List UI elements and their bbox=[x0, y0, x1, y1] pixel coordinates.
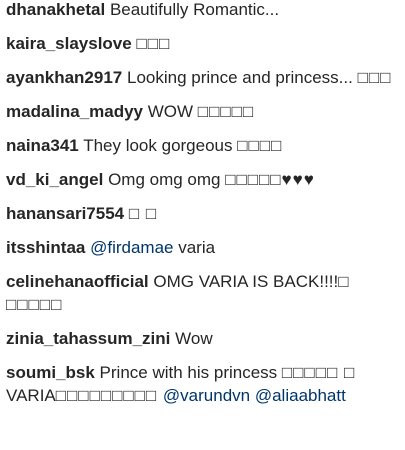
comment-list: dhanakhetal Beautifully Romantic... kaira… bbox=[6, 0, 398, 407]
comment-text: Looking prince and princess... bbox=[126, 68, 358, 87]
emoji-glyphs: □ □ bbox=[128, 204, 158, 223]
comment-username-link[interactable]: vd_ki_angel bbox=[6, 170, 103, 189]
mention-link[interactable]: @aliaabhatt bbox=[255, 386, 346, 405]
comment-item: vd_ki_angel Omg omg omg □□□□□♥♥♥ bbox=[6, 168, 398, 191]
comment-item: kaira_slayslove □□□ bbox=[6, 32, 398, 55]
comment-item: celinehanaofficial OMG VARIA IS BACK!!!!… bbox=[6, 270, 398, 316]
comment-item: madalina_madyy WOW □□□□□ bbox=[6, 100, 398, 123]
comment-username-link[interactable]: soumi_bsk bbox=[6, 363, 95, 382]
comment-username-link[interactable]: dhanakhetal bbox=[6, 0, 105, 19]
comment-username-link[interactable]: ayankhan2917 bbox=[6, 68, 122, 87]
comment-username-link[interactable]: hanansari7554 bbox=[6, 204, 124, 223]
comment-text: Prince with his princess bbox=[99, 363, 282, 382]
emoji-glyphs: □□□□□□□□□ bbox=[55, 386, 163, 405]
comment-text: Beautifully Romantic... bbox=[109, 0, 280, 19]
comment-text: WOW bbox=[147, 102, 198, 121]
comment-item: itsshintaa @firdamae varia bbox=[6, 236, 398, 259]
comment-text: They look gorgeous bbox=[83, 136, 238, 155]
comment-username-link[interactable]: madalina_madyy bbox=[6, 102, 143, 121]
comment-username-link[interactable]: kaira_slayslove bbox=[6, 34, 132, 53]
comment-item: ayankhan2917 Looking prince and princess… bbox=[6, 66, 398, 89]
comment-username-link[interactable]: naina341 bbox=[6, 136, 79, 155]
emoji-glyphs: □□□□ bbox=[237, 136, 283, 155]
comment-item: zinia_tahassum_zini Wow bbox=[6, 327, 398, 350]
emoji-glyphs: □□□□□ bbox=[197, 102, 255, 121]
emoji-glyphs: □□□ bbox=[357, 68, 392, 87]
comment-username-link[interactable]: zinia_tahassum_zini bbox=[6, 329, 170, 348]
comment-item: naina341 They look gorgeous □□□□ bbox=[6, 134, 398, 157]
comment-text: VARIA bbox=[6, 386, 56, 405]
mention-link[interactable]: @varundvn bbox=[163, 386, 250, 405]
emoji-glyphs: □□□□□♥♥♥ bbox=[225, 170, 315, 189]
comment-item: hanansari7554 □ □ bbox=[6, 202, 398, 225]
comment-text: OMG VARIA IS BACK!!!! bbox=[153, 272, 339, 291]
comment-item: soumi_bsk Prince with his princess □□□□□… bbox=[6, 361, 398, 407]
comment-text: varia bbox=[173, 238, 216, 257]
comment-username-link[interactable]: celinehanaofficial bbox=[6, 272, 149, 291]
mention-link[interactable]: @firdamae bbox=[90, 238, 173, 257]
comment-text: Wow bbox=[175, 329, 213, 348]
comment-text: Omg omg omg bbox=[108, 170, 226, 189]
comment-username-link[interactable]: itsshintaa bbox=[6, 238, 85, 257]
comment-item: dhanakhetal Beautifully Romantic... bbox=[6, 0, 398, 21]
emoji-glyphs: □□□ bbox=[136, 34, 171, 53]
emoji-glyphs: □□□□□ □ bbox=[281, 363, 356, 382]
